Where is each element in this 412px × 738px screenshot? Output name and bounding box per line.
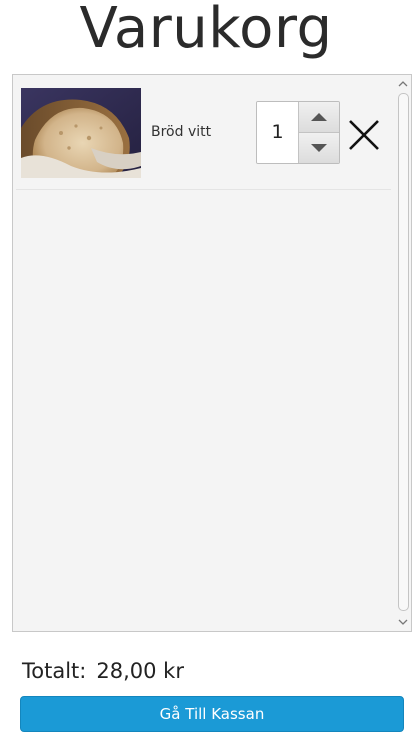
total-value: 28,00 kr [96,659,184,683]
vertical-scrollbar[interactable] [395,75,411,631]
chevron-down-icon [398,619,408,625]
quantity-stepper[interactable]: 1 [256,101,340,164]
arrow-up-icon [311,113,327,121]
cart-page: Varukorg Bröd vitt 1 Totalt: 28,00 kr Gå… [0,0,412,738]
bread-product-image [21,88,141,178]
page-title: Varukorg [79,0,333,61]
product-name: Bröd vitt [151,124,212,140]
chevron-up-icon [398,81,408,87]
close-icon [349,120,379,150]
scroll-down-arrow[interactable] [395,615,411,629]
cart-list: Bröd vitt 1 [12,74,412,632]
cart-item-row: Bröd vitt 1 [16,82,391,190]
quantity-input[interactable]: 1 [257,102,298,163]
total-label: Totalt: [22,659,87,683]
remove-item-button[interactable] [347,118,381,152]
total-row: Totalt: 28,00 kr [22,659,194,683]
bread-photo [21,88,141,178]
scroll-thumb[interactable] [398,93,409,611]
checkout-button[interactable]: Gå Till Kassan [20,696,404,732]
increment-button[interactable] [298,102,339,133]
arrow-down-icon [311,144,327,152]
scroll-up-arrow[interactable] [395,77,411,91]
decrement-button[interactable] [298,133,339,163]
